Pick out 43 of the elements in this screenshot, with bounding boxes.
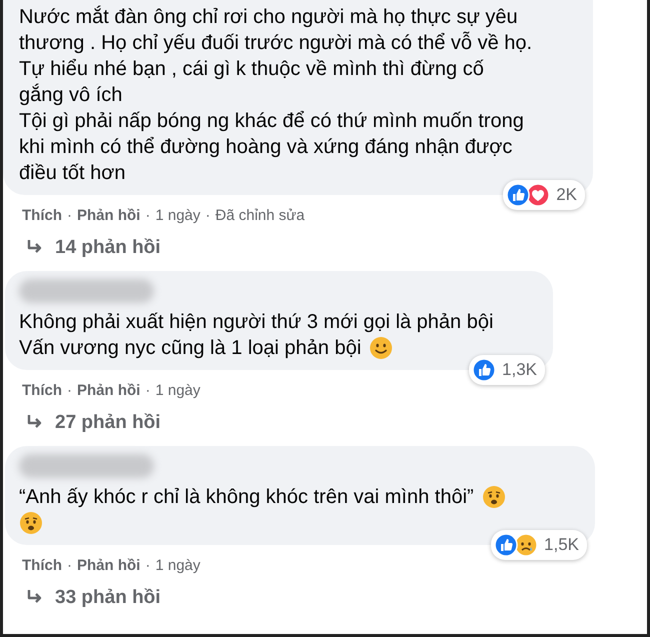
thumbs-up-icon: [472, 358, 496, 382]
comment-text: thương . Họ chỉ yếu đuối trước người mà có thể vỗ về họ.: [19, 30, 532, 56]
worried-face-icon: [482, 485, 506, 509]
comment-meta: 1 ngày: [155, 557, 200, 574]
comment-text: Không phải xuất hiện người thứ 3 mới gọi là phản bội: [19, 310, 494, 335]
separator-dot: ·: [145, 557, 150, 574]
comment-text: Tội gì phải nấp bóng ng khác để có thứ mình muốn trong: [19, 109, 524, 134]
action-link[interactable]: Thích: [22, 557, 62, 574]
action-link[interactable]: Phản hồi: [77, 382, 140, 399]
action-link[interactable]: Phản hồi: [77, 557, 140, 574]
separator-dot: ·: [205, 207, 210, 224]
comment-text: điều tốt hơn: [19, 161, 126, 186]
view-replies-link[interactable]: 33 phản hồi: [25, 587, 647, 609]
comment-meta: 1 ngày: [155, 382, 200, 399]
reaction-count: 1,3K: [502, 359, 537, 381]
comment-text: khi mình có thể đường hoàng và xứng đáng nhận được: [19, 135, 512, 160]
action-link[interactable]: Phản hồi: [77, 207, 140, 224]
thumbs-up-icon: [506, 183, 530, 207]
reaction-count: 1,5K: [544, 534, 579, 556]
comment-text: Nước mắt đàn ông chỉ rơi cho người mà họ thực sự yêu: [19, 4, 518, 30]
thumbs-up-icon: [494, 533, 518, 557]
reaction-count: 2K: [556, 184, 577, 206]
comment-text: Vấn vương nyc cũng là 1 loại phản bội: [19, 336, 362, 361]
smiley-icon: [369, 336, 394, 360]
view-replies-link[interactable]: 27 phản hồi: [25, 412, 647, 434]
sad-face-icon: [514, 533, 538, 557]
comment-text: gắng vô ích: [19, 82, 122, 108]
comment-meta: Đã chỉnh sửa: [215, 207, 305, 224]
separator-dot: ·: [67, 207, 72, 224]
view-replies-link[interactable]: 14 phản hồi: [25, 237, 647, 259]
worried-face-icon: [19, 511, 43, 535]
separator-dot: ·: [145, 207, 150, 224]
separator-dot: ·: [145, 382, 150, 399]
separator-dot: ·: [67, 557, 72, 574]
reaction-badge[interactable]: 1,5K: [491, 530, 587, 560]
comment-text: “Anh ấy khóc r chỉ là không khóc trên vai mình thôi”: [19, 485, 474, 510]
reaction-badge[interactable]: 2K: [503, 180, 585, 210]
comment-meta: 1 ngày: [155, 207, 200, 224]
action-link[interactable]: Thích: [22, 207, 62, 224]
reaction-badge[interactable]: 1,3K: [469, 355, 545, 385]
comment-text: Tự hiểu nhé bạn , cái gì k thuộc về mình thì đừng cố: [19, 57, 484, 82]
separator-dot: ·: [67, 382, 72, 399]
action-link[interactable]: Thích: [22, 382, 62, 399]
